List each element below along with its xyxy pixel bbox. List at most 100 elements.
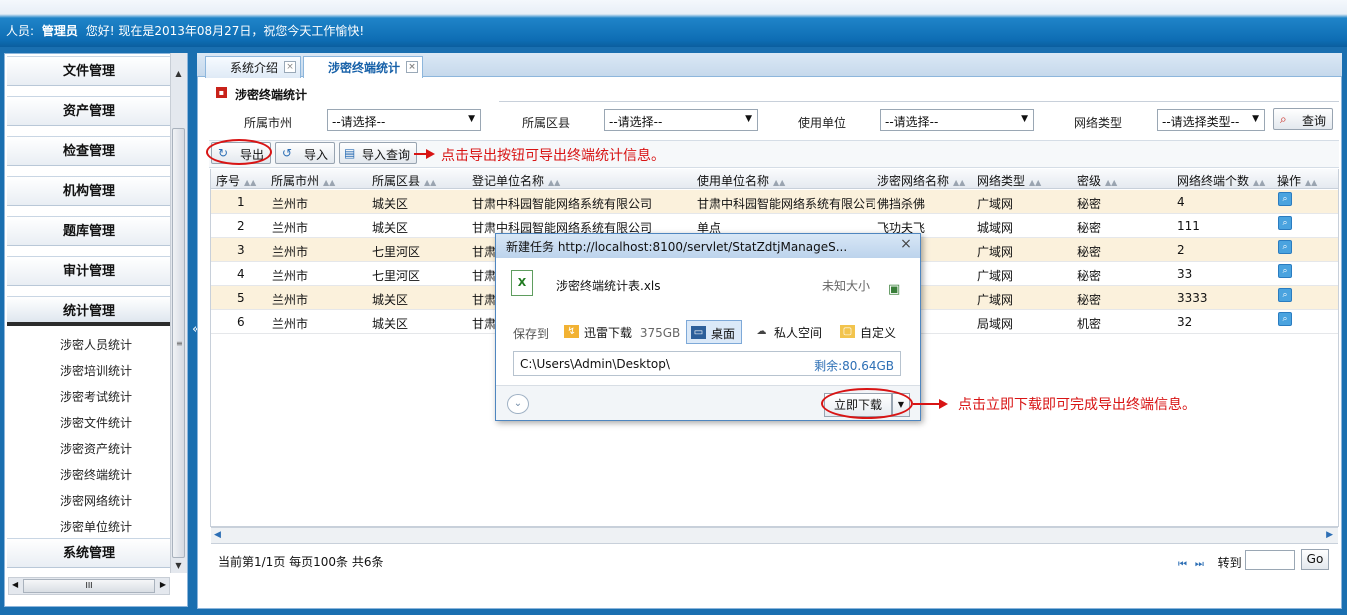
- column-header-secret-level[interactable]: 密级 ▲▲: [1077, 172, 1117, 189]
- close-icon[interactable]: ×: [406, 61, 419, 73]
- document-icon: ▤: [344, 146, 356, 160]
- download-filename: 涉密终端统计表.xls: [556, 279, 661, 293]
- column-header-network-name[interactable]: 涉密网络名称 ▲▲: [877, 172, 965, 189]
- user-greeting: 人员: 管理员 您好! 现在是2013年08月27日，祝您今天工作愉快!: [6, 22, 364, 39]
- column-header-network-type[interactable]: 网络类型 ▲▲: [977, 172, 1041, 189]
- export-hint-arrow: [414, 153, 426, 155]
- sidebar-horizontal-scrollbar[interactable]: ◀ III ▶: [8, 577, 170, 595]
- filter-city-select[interactable]: --请选择-- ▼: [327, 109, 481, 131]
- search-icon: ⌕: [1280, 112, 1287, 126]
- scroll-right-icon[interactable]: ▶: [1326, 530, 1333, 540]
- scroll-left-icon[interactable]: ◀: [12, 580, 18, 589]
- import-button[interactable]: ↺ 导入: [275, 142, 336, 164]
- private-space-icon: ☁: [756, 326, 767, 337]
- close-icon[interactable]: ×: [284, 61, 297, 73]
- submenu-asset-stats[interactable]: 涉密资产统计: [60, 440, 132, 457]
- column-header-city[interactable]: 所属市州 ▲▲: [271, 172, 335, 189]
- thunder-folder-icon: ↯: [564, 325, 579, 338]
- column-header-reg-unit[interactable]: 登记单位名称 ▲▲: [472, 172, 560, 189]
- submenu-terminal-stats[interactable]: 涉密终端统计: [60, 466, 132, 483]
- query-button[interactable]: ⌕ 查询: [1273, 108, 1334, 130]
- tab-label: 涉密终端统计: [328, 61, 401, 75]
- greeting-text: 您好! 现在是2013年08月27日，祝您今天工作愉快!: [85, 24, 365, 38]
- save-to-label: 保存到: [513, 327, 550, 341]
- download-highlight-ellipse: [821, 388, 913, 419]
- sort-icon: ▲▲: [1305, 178, 1318, 187]
- menu-audit[interactable]: 审计管理: [7, 256, 171, 286]
- import-query-button-label: 导入查询: [362, 148, 411, 162]
- chevron-down-icon: ▼: [1252, 114, 1259, 124]
- menu-question-bank[interactable]: 题库管理: [7, 216, 171, 246]
- filter-network-type-select[interactable]: --请选择类型-- ▼: [1157, 109, 1265, 131]
- menu-statistics[interactable]: 统计管理: [7, 296, 171, 326]
- view-details-icon[interactable]: ⌕: [1278, 264, 1292, 278]
- sort-icon: ▲▲: [1253, 178, 1266, 187]
- view-details-icon[interactable]: ⌕: [1278, 192, 1292, 206]
- column-header-actions[interactable]: 操作 ▲▲: [1277, 172, 1317, 189]
- sort-icon: ▲▲: [424, 178, 437, 187]
- view-details-icon[interactable]: ⌕: [1278, 312, 1292, 326]
- pager-divider: [211, 543, 1338, 544]
- menu-system[interactable]: 系统管理: [7, 538, 171, 568]
- submenu-exam-stats[interactable]: 涉密考试统计: [60, 388, 132, 405]
- save-option-private-space[interactable]: ☁ 私人空间: [750, 320, 828, 344]
- desktop-icon: ▭: [691, 326, 706, 339]
- save-path-field[interactable]: C:\Users\Admin\Desktop\ 剩余:80.64GB: [513, 351, 901, 376]
- table-row[interactable]: 1 兰州市 城关区 甘肃中科园智能网络系统有限公司 甘肃中科园智能网络系统有限公…: [211, 190, 1338, 214]
- scroll-down-icon[interactable]: ▼: [172, 561, 185, 570]
- scroll-right-icon[interactable]: ▶: [160, 580, 166, 589]
- tab-system-intro[interactable]: 系统介绍 ×: [205, 56, 302, 78]
- import-query-button[interactable]: ▤ 导入查询: [339, 142, 418, 164]
- chevron-down-icon: ▼: [468, 114, 475, 124]
- excel-file-icon: X: [511, 270, 533, 296]
- panel-title: 涉密终端统计: [235, 88, 308, 102]
- folder-icon: ▢: [840, 325, 855, 338]
- menu-file[interactable]: 文件管理: [7, 56, 171, 86]
- view-details-icon[interactable]: ⌕: [1278, 240, 1292, 254]
- last-page-icon[interactable]: ⏭: [1195, 559, 1204, 570]
- submenu-unit-stats[interactable]: 涉密单位统计: [60, 518, 132, 535]
- first-page-icon[interactable]: ⏮: [1178, 559, 1187, 570]
- horizontal-scroll-thumb[interactable]: III: [23, 579, 155, 593]
- submenu-network-stats[interactable]: 涉密网络统计: [60, 492, 132, 509]
- submenu-personnel-stats[interactable]: 涉密人员统计: [60, 336, 132, 353]
- menu-inspection[interactable]: 检查管理: [7, 136, 171, 166]
- import-button-label: 导入: [304, 148, 329, 162]
- filter-district-select[interactable]: --请选择-- ▼: [604, 109, 758, 131]
- submenu-document-stats[interactable]: 涉密文件统计: [60, 414, 132, 431]
- title-divider: [499, 101, 1339, 102]
- sort-icon: ▲▲: [1105, 178, 1118, 187]
- close-icon[interactable]: ×: [898, 236, 914, 254]
- sort-icon: ▲▲: [323, 178, 336, 187]
- save-option-thunder[interactable]: ↯ 迅雷下载 375GB: [560, 320, 686, 344]
- save-option-custom[interactable]: ▢ 自定义: [836, 320, 902, 344]
- menu-organization[interactable]: 机构管理: [7, 176, 171, 206]
- expand-icon[interactable]: ⌄: [507, 394, 529, 414]
- scroll-left-icon[interactable]: ◀: [214, 530, 221, 540]
- free-space: 剩余:80.64GB: [814, 359, 894, 373]
- scroll-up-icon[interactable]: ▲: [172, 69, 185, 78]
- column-header-terminal-count[interactable]: 网络终端个数 ▲▲: [1177, 172, 1265, 189]
- submenu-training-stats[interactable]: 涉密培训统计: [60, 362, 132, 379]
- column-header-district[interactable]: 所属区县 ▲▲: [372, 172, 436, 189]
- view-details-icon[interactable]: ⌕: [1278, 288, 1292, 302]
- sidebar: 文件管理 资产管理 检查管理 机构管理 题库管理 审计管理 统计管理 涉密人员统…: [4, 53, 188, 607]
- filter-unit-select[interactable]: --请选择-- ▼: [880, 109, 1034, 131]
- goto-page-input[interactable]: [1245, 550, 1295, 570]
- filter-unit-value: --请选择--: [885, 115, 939, 129]
- menu-asset[interactable]: 资产管理: [7, 96, 171, 126]
- view-details-icon[interactable]: ⌕: [1278, 216, 1292, 230]
- pager-nav: ⏮ ⏭ 转到: [1178, 554, 1242, 571]
- column-header-use-unit[interactable]: 使用单位名称 ▲▲: [697, 172, 785, 189]
- save-option-desktop[interactable]: ▭ 桌面: [686, 320, 743, 344]
- filter-network-type-label: 网络类型: [1074, 116, 1123, 130]
- filter-network-type-value: --请选择类型--: [1162, 115, 1240, 129]
- go-button[interactable]: Go: [1301, 549, 1329, 570]
- column-header-index[interactable]: 序号 ▲▲: [216, 172, 256, 189]
- goto-label: 转到: [1217, 556, 1242, 570]
- sidebar-scroll-thumb[interactable]: ≡: [172, 128, 185, 558]
- grid-horizontal-scrollbar[interactable]: ◀ ▶: [211, 527, 1338, 543]
- chevron-down-icon: ▼: [745, 114, 752, 124]
- tab-terminal-stats[interactable]: 涉密终端统计 ×: [303, 56, 424, 78]
- chevron-down-icon: ▼: [1021, 114, 1028, 124]
